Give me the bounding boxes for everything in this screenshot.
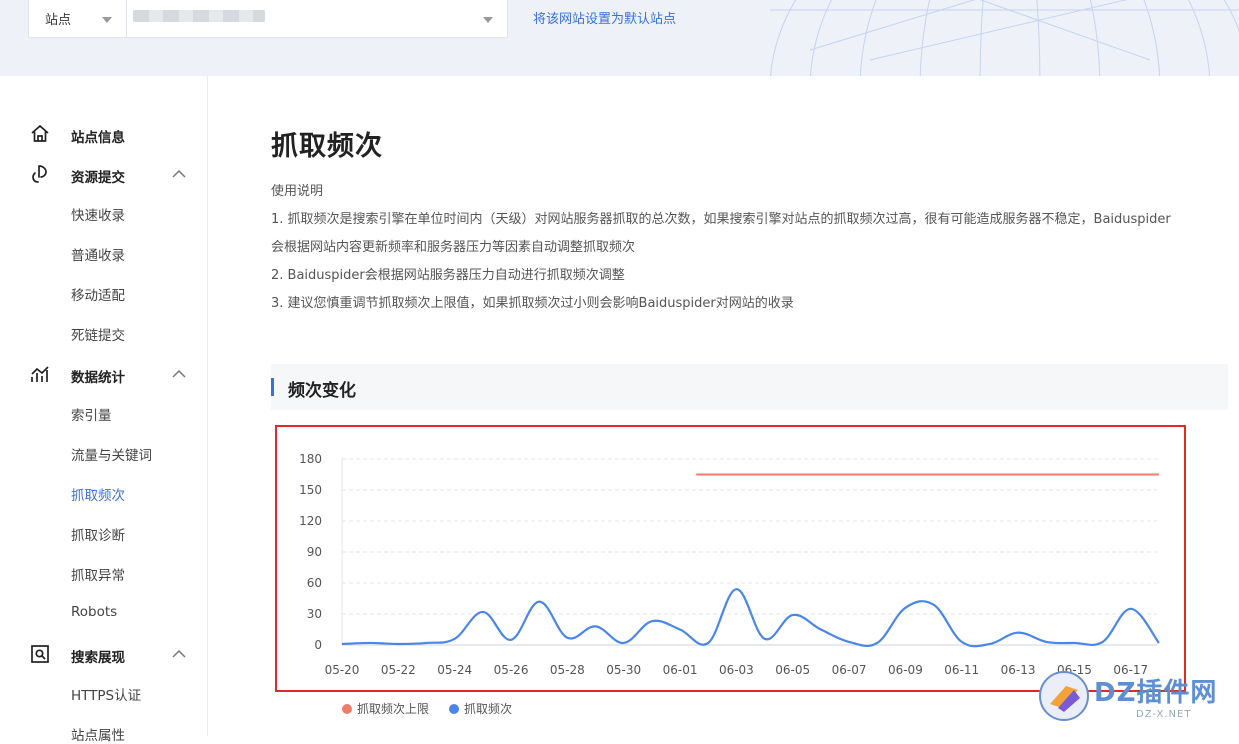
section-header: 频次变化 bbox=[271, 364, 1228, 410]
site-url-redacted bbox=[133, 10, 265, 22]
watermark: DZ插件网 DZ-X.NET bbox=[1036, 668, 1236, 730]
legend-dot-limit bbox=[342, 704, 352, 714]
sidebar-group-search-display[interactable]: 搜索展现 bbox=[0, 643, 207, 667]
usage-line: 3. 建议您慎重调节抓取频次上限值，如果抓取频次过小则会影响Baiduspide… bbox=[271, 296, 794, 311]
usage-line: 会根据网站内容更新频率和服务器压力等因素自动调整抓取频次 bbox=[271, 240, 636, 255]
chevron-up-icon[interactable] bbox=[172, 369, 186, 378]
sidebar-group-site-info[interactable]: 站点信息 bbox=[0, 123, 207, 147]
set-default-site-link[interactable]: 将该网站设置为默认站点 bbox=[533, 8, 676, 27]
sidebar-item-index-volume[interactable]: 索引量 bbox=[71, 404, 112, 424]
legend-label: 抓取频次 bbox=[464, 702, 513, 716]
section-accent-bar bbox=[271, 378, 274, 396]
sidebar: 站点信息 资源提交 快速收录 普通收录 移动适配 死链提交 数据统计 索引量 流… bbox=[0, 76, 208, 744]
top-bar: 站点 将该网站设置为默认站点 bbox=[0, 0, 1239, 76]
sidebar-group-label: 数据统计 bbox=[71, 370, 125, 386]
sidebar-item-traffic-keywords[interactable]: 流量与关键词 bbox=[71, 444, 152, 464]
sidebar-item-robots[interactable]: Robots bbox=[71, 604, 117, 620]
sidebar-item-crawl-errors[interactable]: 抓取异常 bbox=[71, 564, 125, 584]
page-title: 抓取频次 bbox=[271, 131, 383, 162]
highlight-box bbox=[275, 425, 1186, 692]
home-icon bbox=[31, 124, 49, 142]
legend-item-crawl[interactable]: 抓取频次 bbox=[449, 700, 512, 717]
watermark-text: DZ插件网 bbox=[1094, 678, 1218, 708]
chevron-up-icon[interactable] bbox=[172, 649, 186, 658]
sidebar-item-crawl-frequency[interactable]: 抓取频次 bbox=[71, 484, 125, 504]
sidebar-group-label: 搜索展现 bbox=[71, 650, 125, 666]
watermark-logo-icon bbox=[1039, 671, 1089, 721]
chevron-up-icon[interactable] bbox=[172, 169, 186, 178]
watermark-subtext: DZ-X.NET bbox=[1136, 709, 1192, 720]
usage-line: 1. 抓取频次是搜索引擎在单位时间内（天级）对网站服务器抓取的总次数，如果搜索引… bbox=[271, 212, 1171, 227]
usage-line: 2. Baiduspider会根据网站服务器压力自动进行抓取频次调整 bbox=[271, 268, 625, 283]
sidebar-group-resource-submit[interactable]: 资源提交 bbox=[0, 163, 207, 187]
sidebar-group-label: 资源提交 bbox=[71, 170, 125, 186]
sidebar-item-deadlink-submit[interactable]: 死链提交 bbox=[71, 324, 125, 344]
sidebar-item-site-attributes[interactable]: 站点属性 bbox=[71, 724, 125, 744]
legend-dot-crawl bbox=[449, 704, 459, 714]
sidebar-item-fast-index[interactable]: 快速收录 bbox=[71, 204, 125, 224]
sidebar-item-https-cert[interactable]: HTTPS认证 bbox=[71, 684, 141, 704]
sidebar-item-normal-index[interactable]: 普通收录 bbox=[71, 244, 125, 264]
section-title: 频次变化 bbox=[288, 381, 356, 401]
submit-icon bbox=[32, 165, 47, 183]
sidebar-item-mobile-adapt[interactable]: 移动适配 bbox=[71, 284, 125, 304]
sidebar-group-label: 站点信息 bbox=[71, 130, 125, 146]
site-select-divider bbox=[126, 0, 127, 37]
stats-icon bbox=[31, 366, 49, 382]
site-type-chevron-down-icon[interactable] bbox=[102, 17, 112, 23]
legend-item-limit[interactable]: 抓取频次上限 bbox=[342, 700, 429, 717]
sidebar-item-crawl-diagnosis[interactable]: 抓取诊断 bbox=[71, 524, 125, 544]
search-display-icon bbox=[31, 645, 49, 663]
site-url-chevron-down-icon[interactable] bbox=[483, 17, 493, 23]
legend-label: 抓取频次上限 bbox=[357, 702, 430, 716]
site-select[interactable]: 站点 bbox=[28, 0, 508, 38]
globe-decoration-icon bbox=[770, 0, 1239, 76]
sidebar-group-data-stats[interactable]: 数据统计 bbox=[0, 363, 207, 387]
usage-heading: 使用说明 bbox=[271, 184, 324, 199]
site-select-label: 站点 bbox=[45, 13, 72, 28]
